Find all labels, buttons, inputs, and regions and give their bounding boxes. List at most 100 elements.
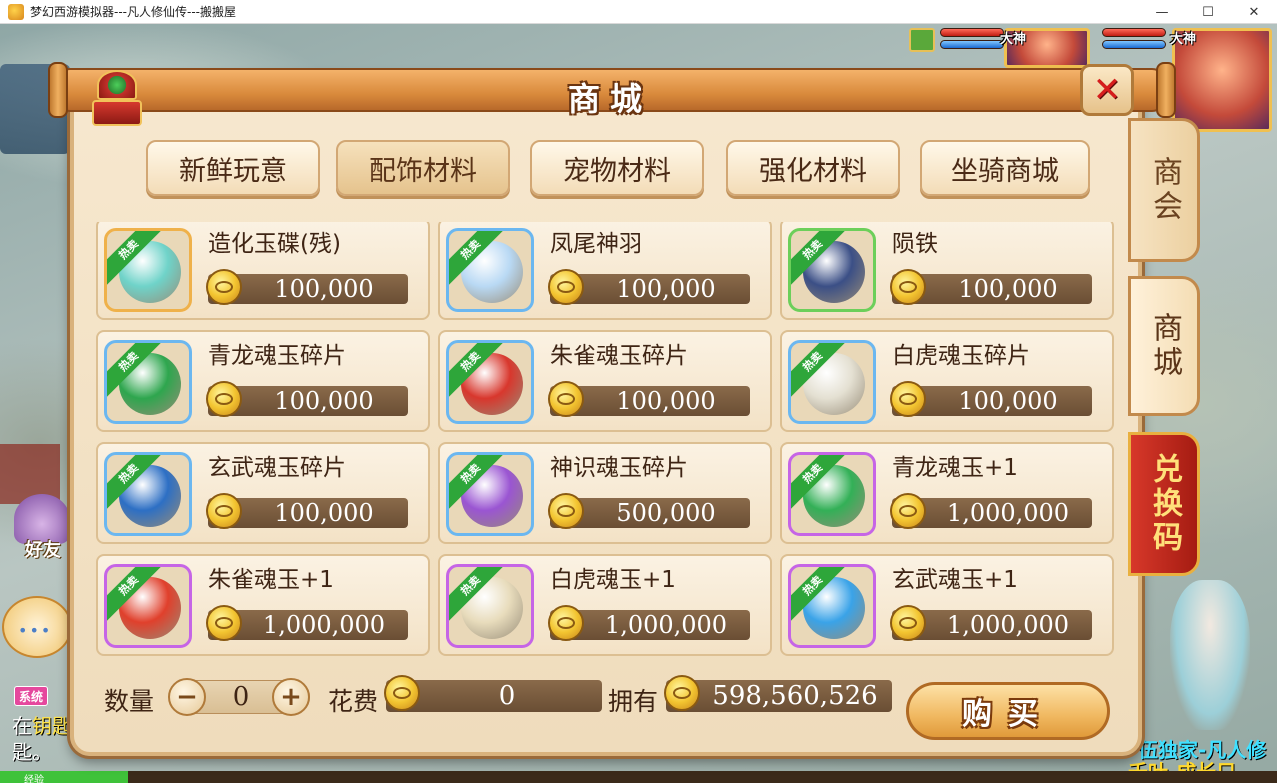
experience-label: 经验 — [24, 775, 44, 783]
item-name: 凤尾神羽 — [550, 231, 642, 257]
gold-coin-icon — [548, 605, 584, 641]
owned-label: 拥有 — [608, 687, 659, 716]
quantity-label: 数量 — [104, 687, 155, 716]
item-price: 100,000 — [274, 387, 374, 415]
system-message-line1: 在钥匙 — [12, 714, 72, 738]
gold-coin-icon — [206, 269, 242, 305]
item-icon: 热卖 — [104, 564, 192, 648]
gold-coin-icon — [548, 381, 584, 417]
friends-label: 好友 — [25, 540, 61, 561]
close-window-button[interactable]: ✕ — [1231, 0, 1277, 24]
maximize-button[interactable]: ☐ — [1185, 0, 1231, 24]
item-name: 陨铁 — [892, 231, 938, 257]
pet-hp-bar — [940, 28, 1004, 37]
category-tab-novelties[interactable]: 新鲜玩意 — [146, 140, 320, 196]
item-price: 500,000 — [616, 499, 716, 527]
shop-item-card[interactable]: 热卖 神识魂玉碎片 500,000 — [438, 442, 772, 544]
item-icon: 热卖 — [788, 340, 876, 424]
buy-button[interactable]: 购买 — [906, 682, 1110, 740]
app-icon — [8, 3, 24, 20]
gold-coin-icon — [548, 269, 584, 305]
item-icon: 热卖 — [104, 452, 192, 536]
item-price-box: 1,000,000 — [548, 605, 750, 641]
gold-coin-icon — [890, 381, 926, 417]
scroll-end-left — [48, 62, 68, 118]
item-icon: 热卖 — [446, 564, 534, 648]
shop-item-card[interactable]: 热卖 白虎魂玉碎片 100,000 — [780, 330, 1114, 432]
item-price: 1,000,000 — [946, 611, 1070, 639]
side-tab-redeem-code[interactable]: 兑换码 — [1128, 432, 1200, 576]
category-tab-accessory-materials[interactable]: 配饰材料 — [336, 140, 510, 196]
shop-item-card[interactable]: 热卖 玄武魂玉+1 1,000,000 — [780, 554, 1114, 656]
item-icon: 热卖 — [104, 228, 192, 312]
category-tab-pet-materials[interactable]: 宠物材料 — [530, 140, 704, 196]
gold-coin-icon — [548, 493, 584, 529]
cost-label: 花费 — [328, 687, 379, 716]
shop-item-card[interactable]: 热卖 造化玉碟(残) 100,000 — [96, 222, 430, 320]
gold-coin-icon — [206, 493, 242, 529]
gold-coin-icon — [206, 605, 242, 641]
shop-item-card[interactable]: 热卖 朱雀魂玉碎片 100,000 — [438, 330, 772, 432]
shop-item-card[interactable]: 热卖 白虎魂玉+1 1,000,000 — [438, 554, 772, 656]
item-price-box: 100,000 — [890, 269, 1092, 305]
item-name: 玄武魂玉碎片 — [208, 455, 346, 481]
shop-item-card[interactable]: 热卖 青龙魂玉+1 1,000,000 — [780, 442, 1114, 544]
item-icon: 热卖 — [446, 340, 534, 424]
item-price-box: 100,000 — [890, 381, 1092, 417]
cost-box: 0 — [384, 675, 602, 712]
item-name: 朱雀魂玉碎片 — [550, 343, 688, 369]
shop-item-grid: 热卖 造化玉碟(残) 100,000 热卖 凤尾神羽 100,000 热卖 陨铁 100,000… — [96, 222, 1116, 662]
owned-box: 598,560,526 — [664, 675, 892, 712]
item-price-box: 1,000,000 — [890, 493, 1092, 529]
item-name: 青龙魂玉碎片 — [208, 343, 346, 369]
player-mp-bar — [1102, 40, 1166, 49]
scroll-end-right — [1156, 62, 1176, 118]
system-message-line2: 匙。 — [12, 740, 52, 764]
item-price: 100,000 — [274, 275, 374, 303]
shop-item-card[interactable]: 热卖 朱雀魂玉+1 1,000,000 — [96, 554, 430, 656]
system-channel-badge: 系统 — [14, 686, 49, 706]
pet-status-bars — [940, 28, 1004, 64]
item-price-box: 100,000 — [548, 269, 750, 305]
item-price-box: 1,000,000 — [206, 605, 408, 641]
owned-value: 598,560,526 — [712, 681, 878, 711]
shop-item-card[interactable]: 热卖 陨铁 100,000 — [780, 222, 1114, 320]
close-x-icon: ✕ — [1092, 70, 1122, 110]
gold-coin-icon — [890, 269, 926, 305]
item-name: 白虎魂玉+1 — [550, 567, 676, 593]
item-price-box: 1,000,000 — [890, 605, 1092, 641]
item-name: 造化玉碟(残) — [208, 231, 341, 257]
player-rank-badge: 大神 — [1170, 32, 1197, 47]
quantity-minus-button[interactable]: − — [168, 678, 206, 716]
item-price-box: 500,000 — [548, 493, 750, 529]
side-tab-shop[interactable]: 商城 — [1128, 276, 1200, 416]
item-price: 1,000,000 — [946, 499, 1070, 527]
shop-item-card[interactable]: 热卖 玄武魂玉碎片 100,000 — [96, 442, 430, 544]
pet-mp-bar — [940, 40, 1004, 49]
cost-value: 0 — [498, 681, 516, 711]
category-tab-enhance-materials[interactable]: 强化材料 — [726, 140, 900, 196]
chat-dots-icon: ••• — [18, 621, 53, 640]
item-price: 100,000 — [616, 387, 716, 415]
experience-buff-icon[interactable] — [909, 28, 935, 52]
category-tab-mount-shop[interactable]: 坐骑商城 — [920, 140, 1090, 196]
gold-coin-icon — [664, 675, 700, 711]
minimize-button[interactable]: — — [1139, 0, 1185, 24]
item-price: 100,000 — [958, 275, 1058, 303]
shop-item-card[interactable]: 热卖 凤尾神羽 100,000 — [438, 222, 772, 320]
shop-item-card[interactable]: 热卖 青龙魂玉碎片 100,000 — [96, 330, 430, 432]
shop-title: 商城 — [567, 80, 652, 118]
side-tab-chamber-of-commerce[interactable]: 商会 — [1128, 118, 1200, 262]
item-name: 青龙魂玉+1 — [892, 455, 1018, 481]
item-price: 100,000 — [958, 387, 1058, 415]
player-status-bars — [1102, 28, 1166, 64]
item-price: 100,000 — [274, 499, 374, 527]
shop-lantern-icon — [86, 70, 148, 130]
item-icon: 热卖 — [788, 228, 876, 312]
quantity-plus-button[interactable]: + — [272, 678, 310, 716]
shop-close-button[interactable]: ✕ — [1080, 64, 1134, 116]
item-price-box: 100,000 — [206, 269, 408, 305]
quantity-value[interactable]: 0 — [206, 680, 276, 714]
experience-bar — [0, 771, 1277, 783]
friends-button[interactable]: 好友 — [12, 494, 74, 564]
